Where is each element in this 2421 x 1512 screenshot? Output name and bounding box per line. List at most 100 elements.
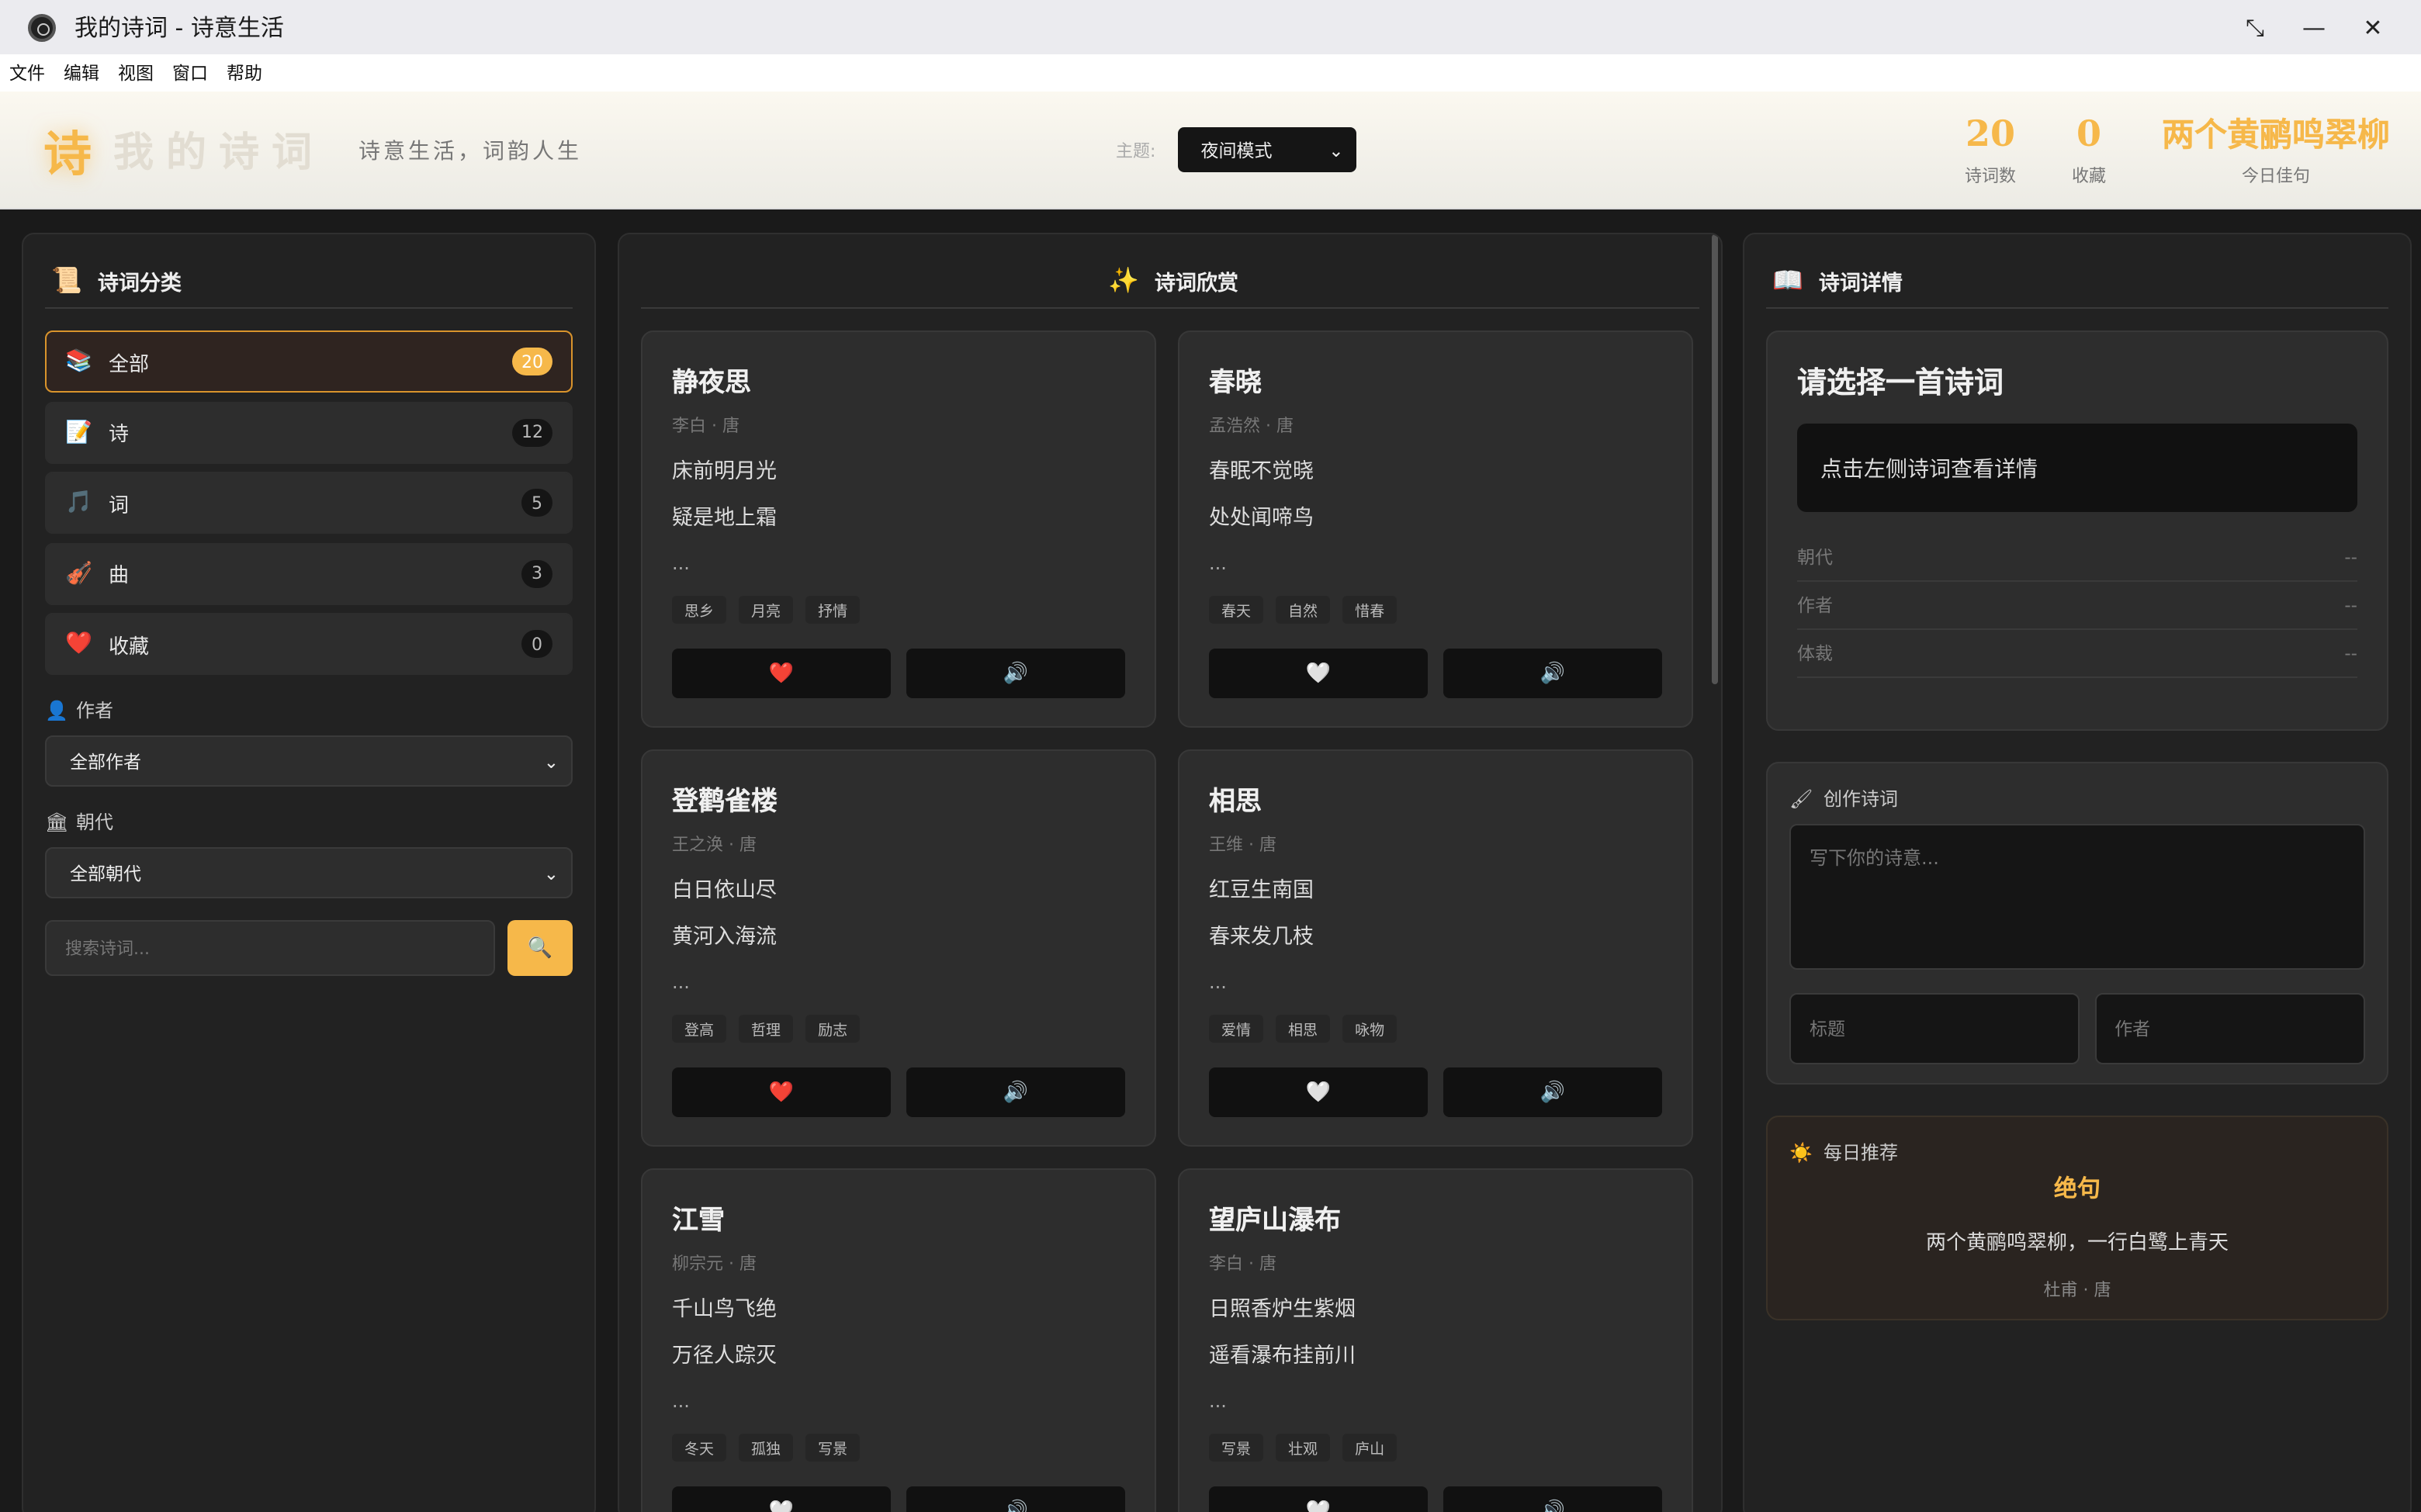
detail-row-value: -- [2344,594,2357,616]
dynasty-label-text: 朝代 [76,811,114,833]
favorite-button[interactable]: 🤍 [1209,1486,1428,1512]
close-icon[interactable]: ✕ [2343,0,2402,54]
books-icon: 📚 [65,349,92,374]
poem-tags: 春天 自然 惜春 [1209,596,1662,624]
menu-window[interactable]: 窗口 [172,61,208,85]
category-count: 12 [512,418,552,446]
poem-line: 千山鸟飞绝 [672,1297,777,1322]
dynasty-select[interactable]: 全部朝代 ⌄ [45,847,573,898]
detail-rows: 朝代 -- 作者 -- 体裁 -- [1797,534,2357,678]
detail-panel: 📖 诗词详情 请选择一首诗词 点击左侧诗词查看详情 朝代 -- 作者 -- 体裁… [1743,233,2412,1512]
poem-card[interactable]: 登鹳雀楼 王之涣 · 唐 白日依山尽 黄河入海流 ... 登高 哲理 励志 ❤️… [641,749,1156,1147]
read-aloud-button[interactable]: 🔊 [1443,1486,1662,1512]
poem-title: 江雪 [672,1206,725,1237]
temple-icon: 🏛 [45,811,69,832]
tag: 爱情 [1209,1015,1264,1043]
compose-title-input[interactable]: 标题 [1789,993,2080,1064]
poem-line: 遥看瀑布挂前川 [1209,1344,1356,1368]
category-label: 曲 [109,565,130,588]
poem-card[interactable]: 相思 王维 · 唐 红豆生南国 春来发几枝 ... 爱情 相思 咏物 🤍 🔊 [1178,749,1693,1147]
stat-daily-quote: 两个黄鹂鸣翠柳 今日佳句 [2162,112,2390,187]
poem-meta: 王维 · 唐 [1209,835,1276,855]
favorite-button[interactable]: 🤍 [1209,649,1428,698]
tag: 哲理 [739,1015,794,1043]
music-note-icon: 🎵 [65,490,92,515]
detail-title: 请选择一首诗词 [1797,366,2004,400]
tag: 励志 [805,1015,861,1043]
read-aloud-button[interactable]: 🔊 [1443,1067,1662,1117]
sparkles-icon: ✨ [1108,265,1139,295]
menu-view[interactable]: 视图 [118,61,154,85]
restore-icon[interactable]: ⤡ [2225,0,2284,54]
poem-gallery-panel: ✨ 诗词欣赏 静夜思 李白 · 唐 床前明月光 疑是地上霜 ... 思乡 月亮 … [618,233,1723,1512]
poem-line: 处处闻啼鸟 [1209,506,1314,531]
favorite-button[interactable]: 🤍 [1209,1067,1428,1117]
compose-fields: 标题 作者 [1789,993,2365,1064]
tag: 自然 [1276,596,1331,624]
category-item-all[interactable]: 📚 全部 20 [45,330,573,393]
tag: 惜春 [1342,596,1398,624]
tag: 冬天 [672,1434,727,1462]
poem-card[interactable]: 望庐山瀑布 李白 · 唐 日照香炉生紫烟 遥看瀑布挂前川 ... 写景 壮观 庐… [1178,1168,1693,1512]
poem-card[interactable]: 江雪 柳宗元 · 唐 千山鸟飞绝 万径人踪灭 ... 冬天 孤独 写景 🤍 🔊 [641,1168,1156,1512]
poem-ellipsis: ... [672,552,690,574]
menu-edit[interactable]: 编辑 [64,61,99,85]
author-select[interactable]: 全部作者 ⌄ [45,735,573,787]
minimize-icon[interactable]: — [2284,0,2343,54]
scrollbar[interactable] [1712,234,1718,684]
category-item-ci[interactable]: 🎵 词 5 [45,472,573,534]
stat-label: 今日佳句 [2242,165,2310,185]
theme-select[interactable]: 夜间模式 ⌄ [1177,127,1356,172]
tag: 月亮 [739,596,794,624]
tag: 壮观 [1276,1434,1331,1462]
search-input[interactable]: 搜索诗词... [45,920,495,976]
compose-author-input[interactable]: 作者 [2094,993,2365,1064]
detail-row-value: -- [2344,546,2357,568]
poem-card[interactable]: 春晓 孟浩然 · 唐 春眠不觉晓 处处闻啼鸟 ... 春天 自然 惜春 🤍 🔊 [1178,330,1693,728]
category-label: 全部 [109,353,150,376]
category-item-qu[interactable]: 🎻 曲 3 [45,542,573,604]
poem-card[interactable]: 静夜思 李白 · 唐 床前明月光 疑是地上霜 ... 思乡 月亮 抒情 ❤️ 🔊 [641,330,1156,728]
read-aloud-button[interactable]: 🔊 [1443,649,1662,698]
panel-title: 诗词分类 [97,271,182,296]
category-item-favorites[interactable]: ❤️ 收藏 0 [45,613,573,675]
poem-line: 白日依山尽 [672,878,777,903]
brand-name: 我的诗词 [113,130,325,177]
poem-title: 望庐山瀑布 [1209,1206,1341,1237]
search-button[interactable]: 🔍 [507,920,573,976]
chevron-down-icon: ⌄ [543,862,559,884]
heart-icon: 🤍 [1305,1500,1332,1512]
speaker-icon: 🔊 [1540,662,1566,685]
menu-file[interactable]: 文件 [9,61,45,85]
panel-header: ✨ 诗词欣赏 [641,253,1699,309]
favorite-button[interactable]: ❤️ [672,1067,891,1117]
brand-mark: 诗 [43,127,92,183]
stat-favorites: 0 收藏 [2072,112,2106,187]
favorite-button[interactable]: ❤️ [672,649,891,698]
speaker-icon: 🔊 [1540,1081,1566,1104]
category-item-shi[interactable]: 📝 诗 12 [45,401,573,463]
favorite-button[interactable]: 🤍 [672,1486,891,1512]
poem-line: 日照香炉生紫烟 [1209,1297,1356,1322]
poem-line: 春眠不觉晓 [1209,459,1314,484]
menu-help[interactable]: 帮助 [227,61,262,85]
poem-tags: 写景 壮观 庐山 [1209,1434,1662,1462]
poem-tags: 冬天 孤独 写景 [672,1434,1125,1462]
compose-textarea[interactable]: 写下你的诗意... [1789,824,2365,970]
daily-poem-line: 两个黄鹂鸣翠柳，一行白鹭上青天 [1925,1232,2229,1255]
poem-grid: 静夜思 李白 · 唐 床前明月光 疑是地上霜 ... 思乡 月亮 抒情 ❤️ 🔊… [641,330,1699,1512]
app-header: 诗 我的诗词 诗意生活，词韵人生 主题: 夜间模式 ⌄ 20 诗词数 0 收藏 … [0,92,2421,209]
daily-poem-meta: 杜甫 · 唐 [2043,1280,2111,1300]
read-aloud-button[interactable]: 🔊 [906,1486,1125,1512]
detail-row-label: 作者 [1797,594,1833,616]
poem-actions: ❤️ 🔊 [672,1067,1125,1117]
poem-line: 疑是地上霜 [672,506,777,531]
read-aloud-button[interactable]: 🔊 [906,649,1125,698]
window-titlebar: 我的诗词 - 诗意生活 ⤡ — ✕ [0,0,2421,54]
read-aloud-button[interactable]: 🔊 [906,1067,1125,1117]
poem-tags: 爱情 相思 咏物 [1209,1015,1662,1043]
poem-title: 相思 [1209,787,1262,818]
poem-tags: 思乡 月亮 抒情 [672,596,1125,624]
poem-meta: 柳宗元 · 唐 [672,1254,757,1274]
category-label: 收藏 [109,635,150,659]
